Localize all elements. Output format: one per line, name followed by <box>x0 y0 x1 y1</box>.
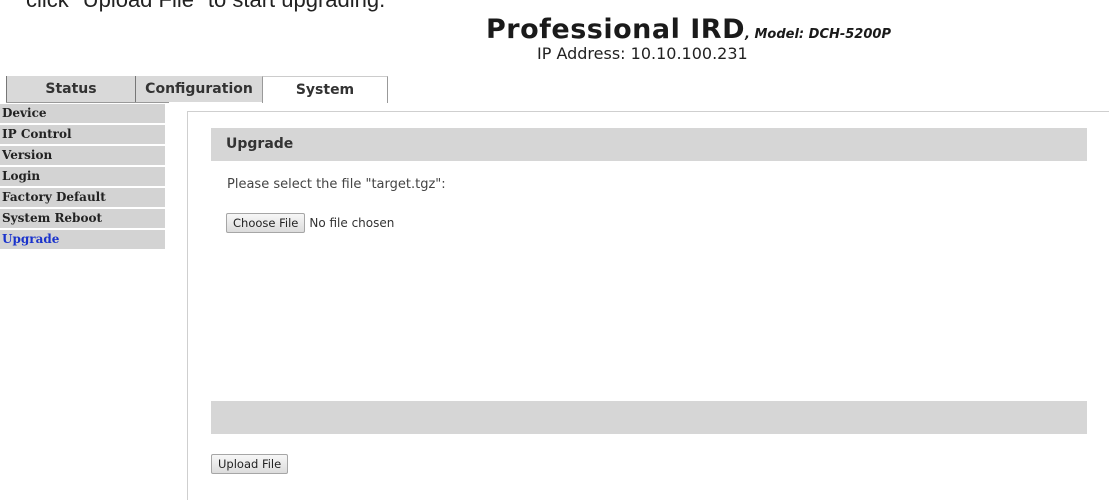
product-name: Professional IRD <box>486 14 746 45</box>
tab-divider <box>6 102 169 103</box>
tab-configuration[interactable]: Configuration <box>135 76 262 102</box>
choose-file-button[interactable]: Choose File <box>226 213 306 233</box>
instruction-caption: click "Upload File" to start upgrading. <box>26 0 385 13</box>
file-prompt: Please select the file "target.tgz": <box>227 177 446 192</box>
upload-row: Upload File <box>211 453 289 474</box>
tab-status[interactable]: Status <box>6 76 135 102</box>
panel-footer-bar <box>211 401 1087 434</box>
tab-system[interactable]: System <box>262 76 388 103</box>
main-content: Upgrade Please select the file "target.t… <box>187 111 1109 500</box>
upload-file-button[interactable]: Upload File <box>211 453 289 474</box>
sidebar: Device IP Control Version Login Factory … <box>0 104 165 251</box>
sidebar-item-system-reboot[interactable]: System Reboot <box>0 209 165 228</box>
ip-address: IP Address: 10.10.100.231 <box>537 44 748 63</box>
file-picker: Choose File No file chosen <box>226 213 394 233</box>
product-title: Professional IRD, Model: DCH-5200P <box>486 14 891 45</box>
sidebar-item-device[interactable]: Device <box>0 104 165 123</box>
upgrade-heading: Upgrade <box>211 128 1087 161</box>
sidebar-item-login[interactable]: Login <box>0 167 165 186</box>
no-file-text: No file chosen <box>309 216 395 230</box>
sidebar-item-version[interactable]: Version <box>0 146 165 165</box>
model-label: , Model: DCH-5200P <box>745 27 891 42</box>
sidebar-item-factory-default[interactable]: Factory Default <box>0 188 165 207</box>
sidebar-item-upgrade[interactable]: Upgrade <box>0 230 165 249</box>
sidebar-item-ip-control[interactable]: IP Control <box>0 125 165 144</box>
